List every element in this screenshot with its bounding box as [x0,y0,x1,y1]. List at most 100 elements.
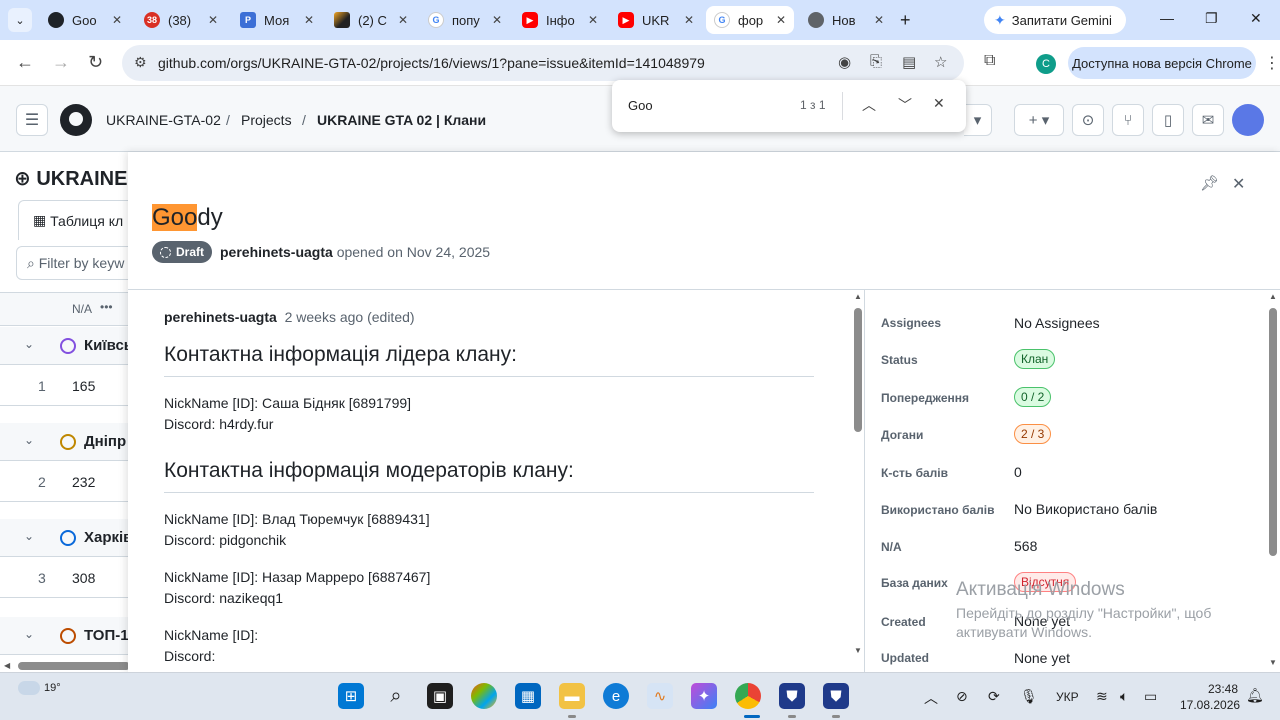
fields-scrollbar[interactable]: ▲ ▼ [1267,290,1279,672]
close-icon[interactable]: ✕ [112,13,122,27]
install-app-icon[interactable]: ⎘ [870,53,882,70]
column-menu-icon[interactable]: ••• [100,300,113,314]
tab-search-button[interactable]: ⌄ [8,8,32,32]
site-info-icon[interactable]: ⚙ [134,54,147,71]
scroll-down-icon[interactable]: ▼ [854,646,862,655]
table-row[interactable]: 2 232 [0,462,128,502]
chrome-taskbar-icon[interactable] [735,683,761,709]
table-row[interactable]: 1 165 [0,366,128,406]
activity-icon[interactable]: ∿ [647,683,673,709]
group-header[interactable]: ⌄ Харків [0,519,128,557]
chrome-menu-icon[interactable]: ⋮ [1264,53,1280,73]
pin-icon[interactable]: 📌︎ [1200,174,1219,192]
widgets-icon[interactable] [471,683,497,709]
reader-icon[interactable]: ▤ [902,53,916,71]
inbox-button[interactable]: ✉ [1192,104,1224,136]
scrollbar-thumb[interactable] [854,308,862,432]
tray-overflow-icon[interactable]: ︿ [924,688,938,708]
close-icon[interactable]: ✕ [492,13,502,27]
browser-tab-7[interactable]: ▶ UKR ✕ [610,6,702,34]
task-view-icon[interactable]: ▣ [427,683,453,709]
repositories-button[interactable]: ▯ [1152,104,1184,136]
profile-avatar[interactable]: C [1036,54,1056,74]
search-dropdown-button[interactable]: ▾ [964,104,992,136]
microphone-icon[interactable]: 🎙︎ [1020,688,1038,705]
browser-tab-9[interactable]: Нов ✕ [800,6,892,34]
horizontal-scrollbar[interactable]: ◀ [0,660,130,672]
chevron-down-icon[interactable]: ⌄ [24,529,34,543]
scroll-left-icon[interactable]: ◀ [4,661,10,670]
file-explorer-icon[interactable]: ▬ [559,683,585,709]
find-previous-icon[interactable]: ︿ [862,95,876,115]
battery-icon[interactable]: ▭ [1144,688,1157,705]
breadcrumb-project[interactable]: UKRAINE GTA 02 | Клани [317,112,486,128]
field-value-na[interactable]: 568 [1014,538,1037,554]
browser-tab-5[interactable]: G попу ✕ [420,6,510,34]
weather-widget[interactable]: 19° [18,681,61,695]
app-icon[interactable]: ⛊ [779,683,805,709]
new-tab-button[interactable]: + [900,10,911,31]
group-header[interactable]: ⌄ Київсь [0,327,128,365]
close-window-button[interactable]: ✕ [1250,10,1262,27]
lens-icon[interactable]: ◉ [838,53,851,71]
clock[interactable]: 23:48 17.08.2026 [1180,681,1240,713]
wifi-icon[interactable]: ≋ [1096,688,1108,705]
field-value-assignees[interactable]: No Assignees [1014,315,1100,331]
scrollbar-thumb[interactable] [18,662,130,670]
reload-icon[interactable]: ↻ [88,52,103,73]
scroll-down-icon[interactable]: ▼ [1269,658,1277,667]
browser-tab-6[interactable]: ▶ Інфо ✕ [514,6,606,34]
chrome-update-button[interactable]: Доступна нова версія Chrome [1068,47,1256,79]
field-value-points[interactable]: 0 [1014,464,1022,480]
browser-tab-2[interactable]: 38 (38) ✕ [136,6,226,34]
group-header[interactable]: ⌄ ТОП-1 [0,617,128,655]
find-close-icon[interactable]: ✕ [933,95,945,112]
browser-tab-3[interactable]: P Моя ✕ [232,6,322,34]
notifications-icon[interactable]: 🔔︎ [1246,687,1264,704]
address-bar[interactable]: ⚙ github.com/orgs/UKRAINE-GTA-02/project… [122,45,964,81]
start-icon[interactable]: ⊞ [338,683,364,709]
browser-tab-8-active[interactable]: G фор ✕ [706,6,794,34]
volume-icon[interactable]: 🔈︎ [1120,688,1128,705]
scrollbar-thumb[interactable] [1269,308,1277,556]
ask-gemini-button[interactable]: ✦ Запитати Gemini [984,6,1126,34]
close-icon[interactable]: ✕ [304,13,314,27]
comment-time[interactable]: 2 weeks ago (edited) [285,309,415,325]
search-icon[interactable]: ⌕ [383,683,409,709]
close-icon[interactable]: ✕ [684,13,694,27]
language-indicator[interactable]: УКР [1056,690,1079,704]
comment-author[interactable]: perehinets-uagta [164,309,277,325]
store-icon[interactable]: ▦ [515,683,541,709]
close-icon[interactable]: ✕ [588,13,598,27]
filter-input[interactable]: ⌕ Filter by keyw [16,246,128,280]
close-icon[interactable]: ✕ [398,13,408,27]
forward-arrow-icon[interactable]: → [52,52,70,73]
sync-icon[interactable]: ⟳ [988,688,1000,705]
bookmark-star-icon[interactable]: ☆ [934,53,947,71]
url-text[interactable]: github.com/orgs/UKRAINE-GTA-02/projects/… [158,55,705,71]
reprimands-pill[interactable]: 2 / 3 [1014,424,1052,444]
find-input[interactable]: Goo [628,98,653,113]
view-tab-table[interactable]: ▦ Таблиця кл [18,200,128,240]
group-header[interactable]: ⌄ Дніпр [0,423,128,461]
body-scrollbar[interactable]: ▲ ▼ [852,290,864,660]
close-panel-icon[interactable]: ✕ [1232,174,1245,194]
create-new-button[interactable]: + ▾ [1014,104,1064,136]
close-icon[interactable]: ✕ [208,13,218,27]
github-logo-icon[interactable] [60,104,92,136]
scroll-up-icon[interactable]: ▲ [1269,292,1277,301]
extensions-icon[interactable]: ⧉ [984,52,995,70]
restore-button[interactable]: ❐ [1205,10,1218,27]
browser-tab-4[interactable]: (2) С ✕ [326,6,416,34]
browser-tab-1[interactable]: Goo ✕ [40,6,130,34]
network-off-icon[interactable]: ⊘ [956,688,968,705]
field-value-used-points[interactable]: No Використано балів [1014,501,1157,517]
breadcrumb-projects[interactable]: Projects [241,112,292,128]
scroll-up-icon[interactable]: ▲ [854,292,862,301]
hamburger-menu-button[interactable]: ☰ [16,104,48,136]
chevron-down-icon[interactable]: ⌄ [24,627,34,641]
breadcrumb-org[interactable]: UKRAINE-GTA-02 [106,112,221,128]
edge-icon[interactable]: e [603,683,629,709]
close-icon[interactable]: ✕ [776,13,786,27]
issue-author[interactable]: perehinets-uagta [220,244,333,260]
